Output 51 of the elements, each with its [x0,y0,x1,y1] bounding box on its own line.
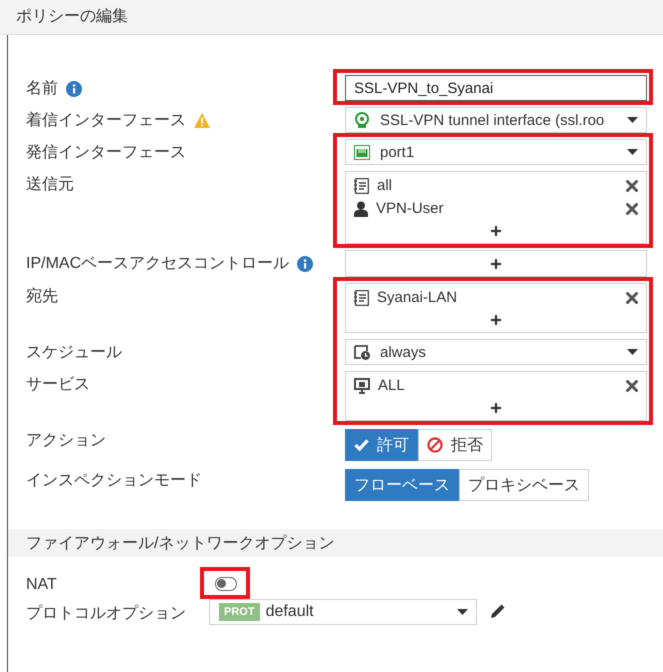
schedule-icon [354,344,370,360]
toggle-option[interactable]: 許可 [345,429,418,461]
entry-label: VPN-User [376,200,445,217]
toggle-option[interactable]: プロキシベース [459,469,589,501]
user-icon [354,200,368,216]
add-icon[interactable] [491,259,501,269]
dropdown[interactable]: always [345,339,647,365]
add-icon[interactable] [491,403,501,413]
toggle-option[interactable]: フローベース [345,469,459,501]
remove-icon[interactable] [626,380,638,392]
entry-label: Syanai-LAN [377,289,458,306]
nat-switch[interactable] [215,577,237,591]
address-book-icon [354,178,369,194]
field-label: アクション [26,431,106,451]
field-label: 名前 [26,79,58,99]
dialog-title: ポリシーの編集 [0,0,663,35]
protocol-dropdown[interactable]: PROT default [209,599,477,625]
field-label: 宛先 [26,287,58,307]
entry-label: ALL [378,377,406,394]
section-header: ファイアウォール/ネットワークオプション [8,529,663,557]
remove-icon[interactable] [626,202,638,214]
caret-icon [627,349,638,355]
entry-label: all [377,177,394,194]
monitor-icon [354,378,370,394]
tunnel-icon [354,112,370,128]
prohibited-icon [427,437,443,453]
add-icon[interactable] [491,226,501,236]
dropdown[interactable]: SSL-VPN tunnel interface (ssl.roo [345,107,647,133]
port-icon [354,144,370,160]
field-label: 発信インターフェース [26,143,186,163]
caret-icon [627,149,638,155]
name-field[interactable]: SSL-VPN_to_Syanai [345,75,647,101]
address-book-icon [354,290,369,306]
field-label: 着信インターフェース [26,111,186,131]
add-icon[interactable] [491,315,501,325]
field-label: 送信元 [26,175,74,195]
remove-icon[interactable] [626,292,638,304]
field-label: プロトコルオプション [26,604,187,624]
caret-icon [457,609,468,615]
field-label: サービス [26,375,90,395]
field-label: NAT [26,575,58,595]
check-icon [354,439,369,451]
remove-icon[interactable] [626,180,638,192]
field-label: IP/MACベースアクセスコントロール [26,254,290,274]
field-label: スケジュール [26,343,122,363]
toggle-option[interactable]: 拒否 [418,429,492,461]
edit-icon[interactable] [489,604,505,620]
caret-icon [627,117,638,123]
prot-badge: PROT [219,603,260,621]
dropdown[interactable]: port1 [345,139,647,165]
field-label: インスペクションモード [26,471,202,491]
